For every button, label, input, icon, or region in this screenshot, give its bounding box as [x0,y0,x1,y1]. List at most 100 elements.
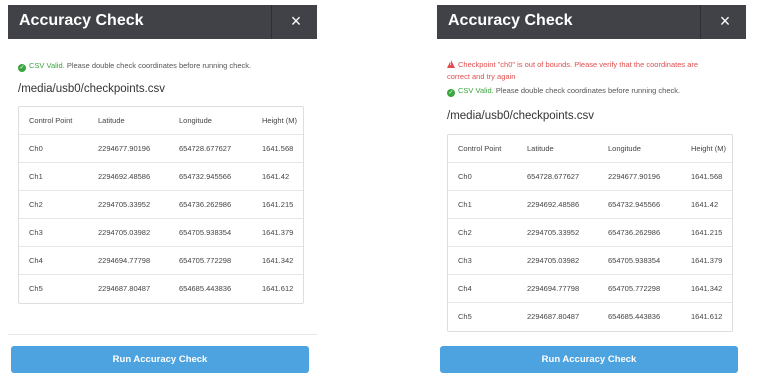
cell-control-point: Ch4 [458,284,472,293]
cell-height: 1641.42 [691,200,719,209]
cell-latitude: 2294692.48586 [527,200,580,209]
cell-height: 1641.568 [691,172,723,181]
csv-valid-label: CSV Valid. [29,61,65,70]
table-row: Ch0 2294677.90196 654728.677627 1641.568 [19,135,303,163]
cell-latitude: 2294705.33952 [98,200,151,209]
header-divider [271,5,272,39]
file-path: /media/usb0/checkpoints.csv [18,83,166,95]
table-header-row: Control Point Latitude Longitude Height … [19,107,303,135]
run-accuracy-check-button[interactable]: Run Accuracy Check [11,346,309,373]
table-row: Ch1 2294692.48586 654732.945566 1641.42 [448,191,732,219]
cell-height: 1641.342 [262,256,294,265]
cell-control-point: Ch0 [29,144,43,153]
table-row: Ch3 2294705.03982 654705.938354 1641.379 [448,247,732,275]
column-header: Latitude [98,116,125,125]
cell-latitude: 2294687.80487 [527,312,580,321]
close-icon[interactable]: × [284,9,308,33]
cell-longitude: 654685.443836 [179,284,232,293]
cell-height: 1641.342 [691,284,723,293]
table-row: Ch5 2294687.80487 654685.443836 1641.612 [448,303,732,331]
cell-latitude: 2294694.77798 [98,256,151,265]
cell-control-point: Ch4 [29,256,43,265]
cell-control-point: Ch5 [29,284,43,293]
cell-latitude: 654728.677627 [527,172,580,181]
cell-longitude: 654705.772298 [179,256,232,265]
cell-longitude: 654736.262986 [179,200,232,209]
cell-latitude: 2294705.03982 [98,228,151,237]
cell-control-point: Ch5 [458,312,472,321]
out-of-bounds-error: ! Checkpoint "ch0" is out of bounds. Plea… [447,59,698,71]
column-header: Longitude [608,144,641,153]
check-circle-icon: ✓ [447,89,455,97]
dialog-header: Accuracy Check × [8,5,317,39]
cell-control-point: Ch1 [458,200,472,209]
cell-longitude: 654705.938354 [608,256,661,265]
cell-latitude: 2294705.33952 [527,228,580,237]
cell-height: 1641.568 [262,144,294,153]
csv-valid-text: Please double check coordinates before r… [495,86,681,95]
cell-height: 1641.215 [262,200,294,209]
cell-control-point: Ch0 [458,172,472,181]
cell-longitude: 654705.772298 [608,284,661,293]
cell-height: 1641.612 [262,284,294,293]
column-header: Control Point [29,116,73,125]
cell-latitude: 2294694.77798 [527,284,580,293]
csv-valid-message: ✓ CSV Valid. Please double check coordina… [447,85,680,97]
dialog-title: Accuracy Check [448,12,573,29]
table-row: Ch0 654728.677627 2294677.90196 1641.568 [448,163,732,191]
table-row: Ch1 2294692.48586 654732.945566 1641.42 [19,163,303,191]
run-accuracy-check-button[interactable]: Run Accuracy Check [440,346,738,373]
accuracy-check-dialog-right: Accuracy Check × ! Checkpoint "ch0" is ou… [437,0,746,383]
cell-longitude: 654685.443836 [608,312,661,321]
cell-height: 1641.379 [691,256,723,265]
cell-control-point: Ch2 [458,228,472,237]
cell-longitude: 654732.945566 [608,200,661,209]
cell-latitude: 2294687.80487 [98,284,151,293]
column-header: Control Point [458,144,502,153]
cell-control-point: Ch3 [29,228,43,237]
warning-mark: ! [449,61,452,67]
cell-latitude: 2294705.03982 [527,256,580,265]
cell-height: 1641.379 [262,228,294,237]
cell-height: 1641.215 [691,228,723,237]
dialog-header: Accuracy Check × [437,5,746,39]
cell-height: 1641.42 [262,172,290,181]
cell-longitude: 654728.677627 [179,144,232,153]
column-header: Longitude [179,116,212,125]
cell-longitude: 654736.262986 [608,228,661,237]
csv-valid-label: CSV Valid. [458,86,494,95]
column-header: Latitude [527,144,554,153]
csv-valid-message: ✓ CSV Valid. Please double check coordina… [18,60,251,72]
warning-icon: ! [447,60,455,68]
column-header: Height (M) [262,116,298,125]
table-row: Ch5 2294687.80487 654685.443836 1641.612 [19,275,303,303]
cell-control-point: Ch1 [29,172,43,181]
checkpoints-table: Control Point Latitude Longitude Height … [18,106,304,304]
checkpoints-table: Control Point Latitude Longitude Height … [447,134,733,332]
cell-height: 1641.612 [691,312,723,321]
table-row: Ch4 2294694.77798 654705.772298 1641.342 [448,275,732,303]
cell-control-point: Ch3 [458,256,472,265]
column-header: Height (M) [691,144,727,153]
error-text-line1: Checkpoint "ch0" is out of bounds. Pleas… [458,60,699,69]
cell-control-point: Ch2 [29,200,43,209]
check-circle-icon: ✓ [18,64,26,72]
cell-latitude: 2294692.48586 [98,172,151,181]
cell-longitude: 654705.938354 [179,228,232,237]
cell-longitude: 2294677.90196 [608,172,661,181]
table-row: Ch4 2294694.77798 654705.772298 1641.342 [19,247,303,275]
file-path: /media/usb0/checkpoints.csv [447,110,595,122]
error-text-line2: correct and try again [447,72,516,81]
accuracy-check-dialog-left: Accuracy Check × ✓ CSV Valid. Please doub… [8,0,317,383]
cell-latitude: 2294677.90196 [98,144,151,153]
table-row: Ch3 2294705.03982 654705.938354 1641.379 [19,219,303,247]
csv-valid-text: Please double check coordinates before r… [66,61,252,70]
dialog-title: Accuracy Check [19,12,144,29]
footer-divider [8,334,317,335]
table-row: Ch2 2294705.33952 654736.262986 1641.215 [19,191,303,219]
header-divider [700,5,701,39]
table-row: Ch2 2294705.33952 654736.262986 1641.215 [448,219,732,247]
table-header-row: Control Point Latitude Longitude Height … [448,135,732,163]
close-icon[interactable]: × [713,9,737,33]
cell-longitude: 654732.945566 [179,172,232,181]
